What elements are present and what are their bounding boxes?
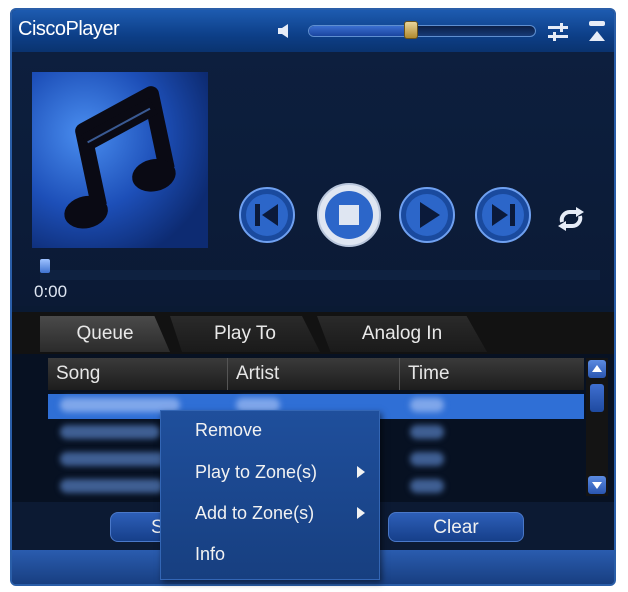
collapse-icon[interactable] [586, 19, 608, 45]
column-header-artist[interactable]: Artist [228, 358, 400, 390]
table-header: Song Artist Time [48, 358, 584, 390]
vertical-scrollbar[interactable] [586, 358, 608, 496]
stop-button[interactable] [316, 182, 382, 248]
repeat-icon[interactable] [556, 206, 586, 232]
tab-queue[interactable]: Queue [40, 316, 170, 352]
speaker-icon[interactable] [277, 23, 293, 39]
music-note-icon [64, 86, 176, 229]
context-menu: Remove Play to Zone(s) Add to Zone(s) In… [160, 410, 380, 580]
column-header-time[interactable]: Time [400, 358, 584, 390]
submenu-arrow-icon [357, 466, 365, 478]
clear-button[interactable]: Clear [388, 512, 524, 542]
previous-track-button[interactable] [238, 186, 296, 244]
blurred-time-cell [410, 452, 444, 466]
blurred-time-cell [410, 425, 444, 439]
playback-progress-thumb[interactable] [40, 259, 50, 273]
volume-slider-thumb[interactable] [403, 21, 418, 39]
volume-slider-track[interactable] [308, 25, 536, 37]
volume-level-fill [309, 26, 411, 36]
column-header-song[interactable]: Song [48, 358, 228, 390]
arrow-down-icon [592, 482, 602, 489]
blurred-song-cell [60, 452, 170, 466]
submenu-arrow-icon [357, 507, 365, 519]
menu-item-info[interactable]: Info [195, 539, 225, 569]
next-track-button[interactable] [474, 186, 532, 244]
window-title: CiscoPlayer [18, 18, 120, 40]
scrollbar-thumb[interactable] [590, 384, 604, 412]
play-button[interactable] [398, 186, 456, 244]
tab-analog-in[interactable]: Analog In [317, 316, 487, 352]
menu-item-play-to-zones[interactable]: Play to Zone(s) [195, 457, 317, 487]
playback-progress-track[interactable] [40, 270, 600, 280]
album-art [32, 72, 208, 248]
blurred-time-cell [410, 398, 444, 412]
tab-play-to[interactable]: Play To [170, 316, 320, 352]
stop-icon [339, 205, 359, 225]
title-bar: CiscoPlayer [12, 10, 614, 52]
blurred-song-cell [60, 479, 164, 493]
menu-item-add-to-zones[interactable]: Add to Zone(s) [195, 498, 314, 528]
equalizer-icon[interactable] [546, 21, 570, 43]
elapsed-time: 0:00 [34, 282, 68, 301]
scroll-up-button[interactable] [588, 360, 606, 378]
blurred-time-cell [410, 479, 444, 493]
player-panel: 0:00 [12, 52, 614, 306]
blurred-song-cell [60, 425, 160, 439]
arrow-up-icon [592, 365, 602, 372]
menu-item-remove[interactable]: Remove [195, 415, 262, 445]
tab-bar: Queue Play To Analog In [12, 312, 614, 354]
scroll-down-button[interactable] [588, 476, 606, 494]
